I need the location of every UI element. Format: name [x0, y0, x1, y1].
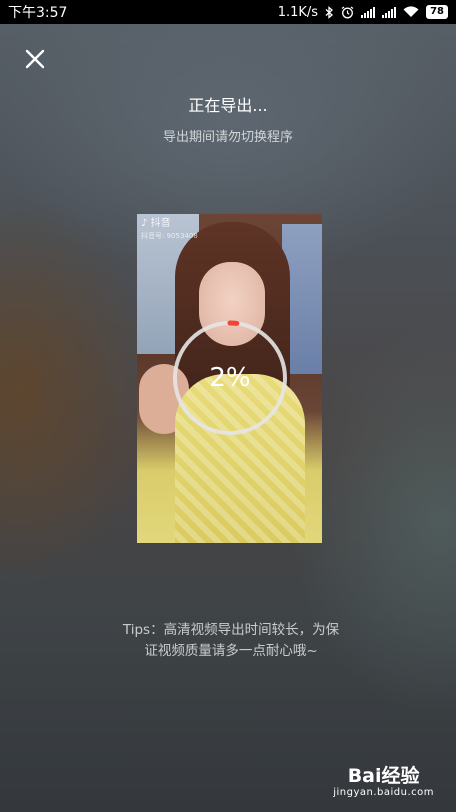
watermark-app-name: 抖音 [150, 218, 171, 229]
tips-text: Tips：高清视频导出时间较长，为保 证视频质量请多一点耐心哦~ [106, 620, 356, 662]
wifi-icon [403, 6, 419, 17]
bluetooth-icon [325, 5, 334, 19]
watermark-id: 抖音号: 9053408 [141, 232, 198, 240]
baidu-url: jingyan.baidu.com [333, 787, 434, 798]
export-subtitle: 导出期间请勿切换程序 [162, 130, 293, 145]
signal-icon [382, 6, 397, 18]
signal-icon [361, 6, 376, 18]
progress-percent: 2% [209, 363, 251, 393]
tiktok-logo-icon: ♪ [141, 218, 148, 229]
tiktok-watermark: ♪ 抖音 抖音号: 9053408 [141, 218, 198, 242]
tips-line-2: 证视频质量请多一点耐心哦~ [144, 643, 318, 659]
status-icons: 1.1K/s 78 [278, 5, 448, 20]
network-speed: 1.1K/s [277, 4, 319, 20]
status-time: 下午3:57 [8, 5, 68, 21]
tips-line-1: Tips：高清视频导出时间较长，为保 [122, 622, 340, 638]
alarm-icon [341, 6, 354, 18]
baidu-logo: Bai经验 [347, 765, 420, 787]
close-icon [25, 49, 45, 69]
export-title: 正在导出... [188, 96, 268, 115]
baidu-watermark: Bai经验 jingyan.baidu.com [333, 765, 434, 798]
close-button[interactable] [20, 44, 50, 74]
battery-icon: 78 [426, 5, 448, 19]
status-bar: 下午3:57 1.1K/s 78 [0, 0, 456, 24]
